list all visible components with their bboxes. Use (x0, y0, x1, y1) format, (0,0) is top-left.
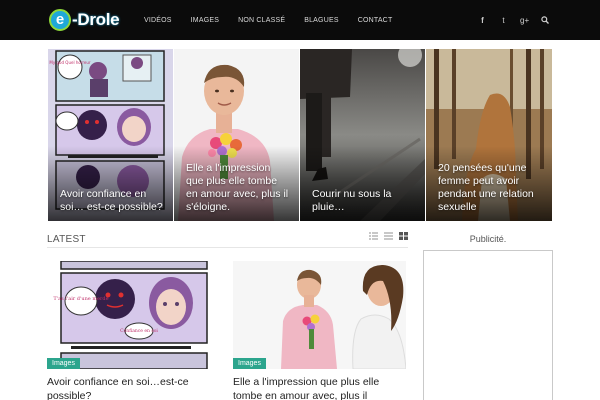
latest-post-2: Images Elle a l'impression que plus elle… (233, 261, 406, 400)
twitter-icon[interactable]: t (499, 16, 508, 25)
featured-title[interactable]: 20 pensées qu'une femme peut avoir penda… (438, 162, 542, 214)
comic-bubble-3: Confiance en soi (120, 328, 158, 334)
featured-title[interactable]: Avoir confiance en soi… est-ce possible? (60, 188, 163, 214)
post-image-comic: T'as l'air d'une merde Confiance en soi (47, 261, 220, 369)
grid-view-icon[interactable] (399, 232, 408, 240)
social-links: f t g+ (466, 0, 550, 40)
compact-list-view-icon[interactable] (384, 232, 393, 240)
featured-post-1[interactable]: My god Quel horreur Avoir confiance en s… (48, 49, 173, 221)
featured-post-4[interactable]: 20 pensées qu'une femme peut avoir penda… (426, 49, 552, 221)
sidebar-ad-title: Publicité. (469, 234, 507, 244)
featured-post-3[interactable]: Courir nu sous la pluie… (300, 49, 425, 221)
site-logo[interactable]: e -Drole (49, 9, 120, 31)
top-navigation-bar: e -Drole VIDÉOS IMAGES NON CLASSÉ BLAGUE… (0, 0, 600, 40)
nav-item-non-classe[interactable]: NON CLASSÉ (238, 17, 285, 24)
latest-post-1: T'as l'air d'une merde Confiance en soi … (47, 261, 220, 400)
category-badge[interactable]: Images (233, 358, 266, 369)
latest-title: LATEST (47, 234, 86, 245)
nav-item-images[interactable]: IMAGES (191, 17, 219, 24)
post-title[interactable]: Avoir confiance en soi…est-ce possible? (47, 375, 220, 400)
featured-title[interactable]: Elle a l'impression que plus elle tombe … (186, 162, 289, 214)
post-image-couple (233, 261, 406, 369)
post-thumbnail[interactable]: T'as l'air d'une merde Confiance en soi … (47, 261, 220, 369)
google-plus-icon[interactable]: g+ (520, 16, 529, 25)
logo-badge: e (49, 9, 71, 31)
comic-bubble-1: My god Quel horreur (49, 60, 91, 65)
category-badge[interactable]: Images (47, 358, 80, 369)
featured-title[interactable]: Courir nu sous la pluie… (312, 188, 415, 214)
comic-bubble-2: T'as l'air d'une merde (53, 296, 108, 302)
list-view-icon[interactable] (369, 232, 378, 240)
nav-item-blagues[interactable]: BLAGUES (304, 17, 338, 24)
advertisement-slot[interactable] (423, 250, 553, 400)
latest-section-header: LATEST (47, 229, 408, 248)
main-menu: VIDÉOS IMAGES NON CLASSÉ BLAGUES CONTACT (144, 0, 411, 40)
nav-item-contact[interactable]: CONTACT (358, 17, 393, 24)
post-title[interactable]: Elle a l'impression que plus elle tombe … (233, 375, 406, 400)
facebook-icon[interactable]: f (478, 16, 487, 25)
logo-text: -Drole (72, 10, 120, 29)
search-icon[interactable] (541, 16, 550, 24)
nav-item-videos[interactable]: VIDÉOS (144, 17, 172, 24)
post-thumbnail[interactable]: Images (233, 261, 406, 369)
view-switcher (363, 232, 408, 240)
featured-post-2[interactable]: Elle a l'impression que plus elle tombe … (174, 49, 299, 221)
